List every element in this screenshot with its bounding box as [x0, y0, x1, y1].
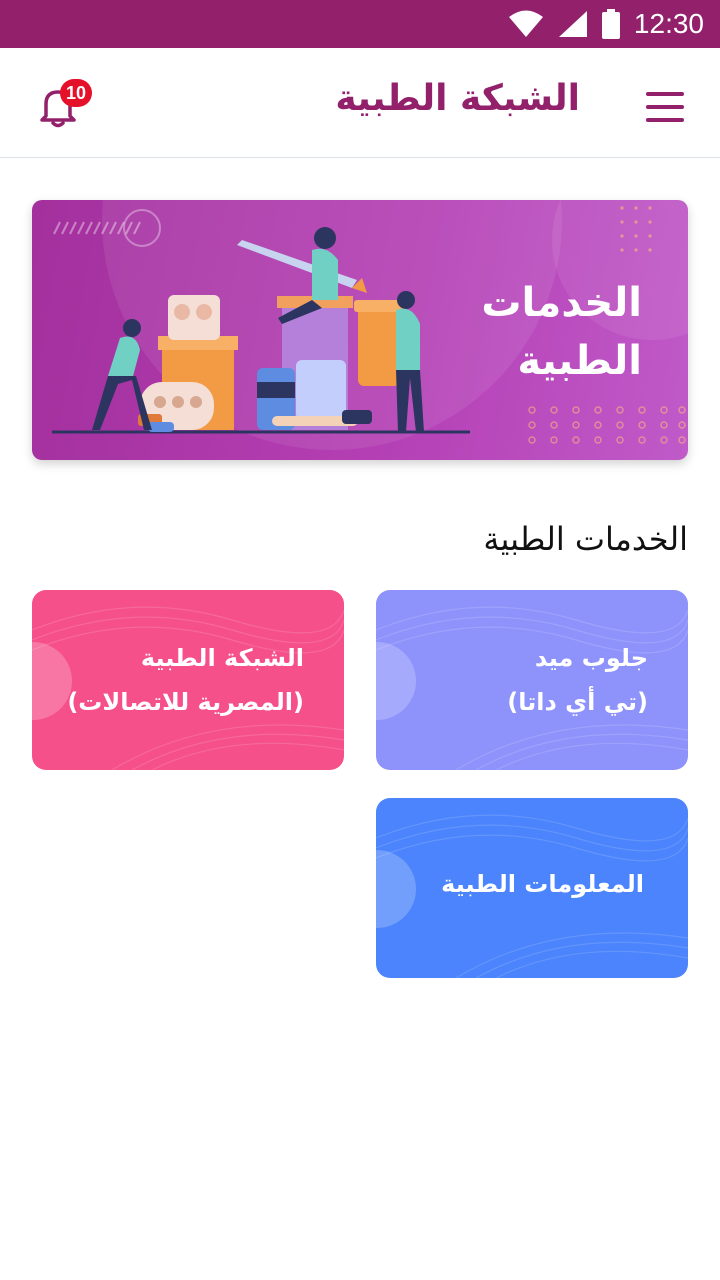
status-time: 12:30 — [633, 8, 704, 39]
card-medical-info[interactable]: المعلومات الطبية — [376, 798, 688, 978]
battery-icon — [601, 9, 620, 39]
page-title: الشبكة الطبية — [335, 78, 580, 119]
status-bar: 12:30 — [0, 0, 720, 48]
section-title: الخدمات الطبية — [483, 520, 688, 558]
menu-icon — [646, 92, 684, 96]
wifi-icon — [508, 10, 544, 38]
app-bar: 10 الشبكة الطبية — [0, 48, 720, 158]
card-label: جلوب ميد (تي أي داتا) — [507, 644, 648, 716]
menu-button[interactable] — [646, 92, 684, 122]
card-label: المعلومات الطبية — [441, 870, 644, 898]
card-globemed[interactable]: جلوب ميد (تي أي داتا) — [376, 590, 688, 770]
card-label: الشبكة الطبية (المصرية للاتصالات) — [67, 644, 304, 716]
notification-badge: 10 — [60, 79, 92, 107]
services-banner[interactable]: الخدمات الطبية — [32, 200, 688, 460]
banner-title: الخدمات الطبية — [481, 280, 642, 384]
card-medical-network-te[interactable]: الشبكة الطبية (المصرية للاتصالات) — [32, 590, 344, 770]
signal-icon — [558, 10, 588, 38]
